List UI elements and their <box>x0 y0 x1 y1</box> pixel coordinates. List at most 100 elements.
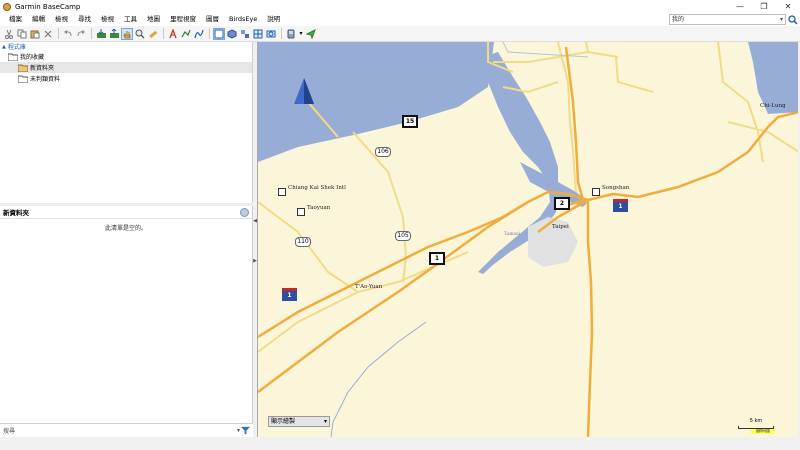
scale-note: 國際地圖 <box>751 429 775 434</box>
hand-tool-icon[interactable] <box>121 27 133 40</box>
new-waypoint-icon[interactable] <box>167 28 179 40</box>
view-3d-icon[interactable] <box>226 28 238 40</box>
tree-item-label: 未判類資料 <box>30 76 61 83</box>
menu-map[interactable]: 地圖 <box>142 13 165 26</box>
send-arrow-icon[interactable] <box>305 28 317 40</box>
delete-icon[interactable] <box>42 28 54 40</box>
window-title: Garmin BaseCamp <box>15 2 81 11</box>
place-label-river: Tamsui <box>504 232 521 237</box>
menu-file[interactable]: 檔案 <box>4 13 27 26</box>
receive-from-device-icon[interactable] <box>95 28 107 40</box>
magnifier-icon <box>787 14 798 25</box>
chevron-down-icon[interactable]: ▾ <box>298 28 304 40</box>
collapse-arrow-icon[interactable]: ▲ <box>2 44 6 50</box>
redo-icon[interactable] <box>75 28 87 40</box>
national-shield-1[interactable]: 1 <box>613 199 628 212</box>
search-input[interactable]: 我的 ▾ <box>669 14 786 25</box>
freeway-shield-2[interactable]: 2 <box>554 197 570 210</box>
place-label-chi-lung[interactable]: Chi-Lung <box>760 103 786 109</box>
folder-open-icon <box>8 53 18 61</box>
map-view[interactable]: 15 106 110 105 1 2 1 1 Chiang Kai Shek I… <box>257 42 798 437</box>
place-label-songshan[interactable]: Songshan <box>602 185 629 191</box>
menu-layers[interactable]: 圖層 <box>201 13 224 26</box>
new-track-icon[interactable] <box>193 28 205 40</box>
folder-contents-header: 新資料夾 <box>0 206 252 219</box>
tree-item-new-folder[interactable]: 新資料夾 <box>0 62 252 73</box>
send-to-device-icon[interactable] <box>108 28 120 40</box>
copy-icon[interactable] <box>16 28 28 40</box>
folder-contents-pane: 新資料夾 此清單是空的。 <box>0 206 253 423</box>
national-shield-1[interactable]: 1 <box>282 288 297 301</box>
toolbar-separator <box>209 28 210 39</box>
zoom-icon[interactable] <box>134 28 146 40</box>
library-title: 程式庫 <box>7 44 26 51</box>
measure-icon[interactable] <box>147 28 159 40</box>
library-header[interactable]: ▲ 程式庫 <box>0 42 252 52</box>
undo-icon[interactable] <box>62 28 74 40</box>
tree-item-label: 我的收藏 <box>20 54 45 61</box>
tree-item-my-collection[interactable]: 我的收藏 <box>0 51 252 62</box>
folder-icon <box>18 64 28 72</box>
basecamp-window: Garmin BaseCamp — ❐ ✕ 檔案 編輯 檢視 尋找 檢視 工具 … <box>0 0 800 450</box>
search-button[interactable] <box>787 14 798 25</box>
north-arrow-icon[interactable] <box>294 78 314 104</box>
paste-icon[interactable] <box>29 28 41 40</box>
maximize-button[interactable]: ❐ <box>752 0 776 13</box>
filter-placeholder: 搜尋 <box>3 428 16 435</box>
toolbar-separator <box>91 28 92 39</box>
gear-icon[interactable] <box>240 208 249 217</box>
freeway-shield-1[interactable]: 1 <box>429 252 445 265</box>
place-label-chiang-kai-shek-intl[interactable]: Chiang Kai Shek Intl <box>288 185 346 191</box>
folder-contents-title: 新資料夾 <box>3 209 29 217</box>
menu-route-window[interactable]: 里程視窗 <box>165 13 201 26</box>
new-route-icon[interactable] <box>180 28 192 40</box>
map-detail-icon[interactable] <box>239 28 251 40</box>
search-input-value: 我的 <box>672 16 685 23</box>
window-controls: — ❐ ✕ <box>728 0 800 13</box>
toolbar-separator <box>163 28 164 39</box>
place-label-taipei[interactable]: Taipei <box>552 224 569 230</box>
refresh-icon[interactable] <box>265 28 277 40</box>
view-2d-icon[interactable] <box>213 27 225 40</box>
airport-icon[interactable] <box>278 188 286 196</box>
menu-view-2[interactable]: 檢視 <box>96 13 119 26</box>
tree-item-unfiled[interactable]: 未判類資料 <box>0 73 252 84</box>
menu-view[interactable]: 檢視 <box>50 13 73 26</box>
highway-shield-106[interactable]: 106 <box>375 147 391 157</box>
empty-list-message: 此清單是空的。 <box>104 225 147 232</box>
cut-icon[interactable] <box>3 28 15 40</box>
status-bar <box>0 437 800 450</box>
garmin-app-icon <box>3 2 11 11</box>
scale-text: 5 km <box>749 418 763 424</box>
device-icon[interactable] <box>285 28 297 40</box>
menu-edit[interactable]: 編輯 <box>27 13 50 26</box>
folder-icon <box>18 75 28 83</box>
grid-icon[interactable] <box>252 28 264 40</box>
filter-icon[interactable] <box>241 426 250 435</box>
stream <box>330 321 427 437</box>
menu-find[interactable]: 尋找 <box>73 13 96 26</box>
chevron-down-icon[interactable]: ▾ <box>780 15 783 24</box>
close-button[interactable]: ✕ <box>776 0 800 13</box>
menu-help[interactable]: 說明 <box>262 13 285 26</box>
place-label-taoyuan[interactable]: T'Ao-Yuan <box>355 284 382 290</box>
map-display-select-value: 顯示繪製 <box>271 418 296 425</box>
library-pane: ▲ 程式庫 我的收藏 新資料夾 未判類資料 <box>0 42 253 203</box>
minimize-button[interactable]: — <box>728 0 752 13</box>
place-label-taoyuan-airfield[interactable]: Taoyuan <box>307 205 330 211</box>
highway-shield-15[interactable]: 15 <box>402 115 418 128</box>
map-display-select[interactable]: 顯示繪製 ▾ <box>268 416 330 427</box>
airport-icon[interactable] <box>592 188 600 196</box>
title-bar: Garmin BaseCamp — ❐ ✕ <box>0 0 800 13</box>
highway-shield-110[interactable]: 110 <box>295 237 311 247</box>
tree-item-label: 新資料夾 <box>30 65 55 72</box>
highway-shield-105[interactable]: 105 <box>395 231 411 241</box>
chevron-down-icon[interactable]: ▾ <box>237 427 240 434</box>
map-canvas[interactable] <box>258 42 798 437</box>
menu-tools[interactable]: 工具 <box>119 13 142 26</box>
filter-input[interactable]: 搜尋 ▾ <box>0 423 253 437</box>
airport-icon[interactable] <box>297 208 305 216</box>
menu-birdseye[interactable]: BirdsEye <box>224 13 262 26</box>
chevron-down-icon[interactable]: ▾ <box>324 417 327 426</box>
toolbar-separator <box>58 28 59 39</box>
